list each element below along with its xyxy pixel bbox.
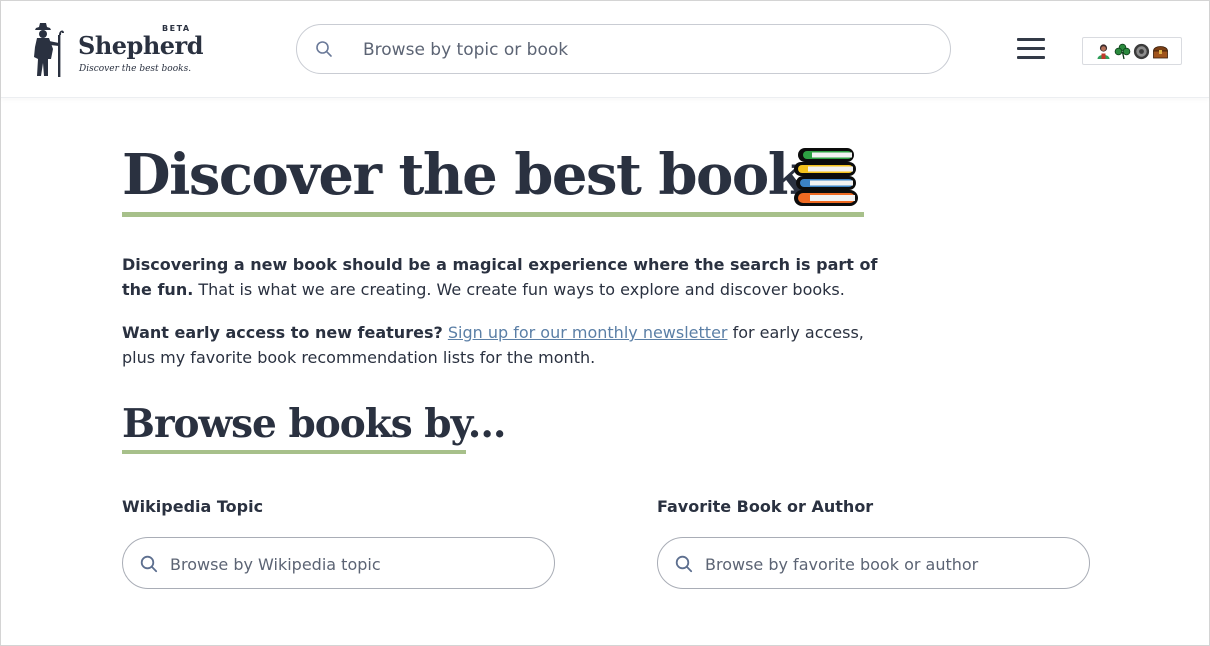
favorite-book-label: Favorite Book or Author	[657, 497, 874, 516]
browse-title-underline	[122, 450, 466, 454]
coin-icon	[1133, 43, 1150, 59]
title-underline	[122, 212, 864, 217]
newsletter-bold-text: Want early access to new features?	[122, 323, 443, 342]
treasure-chest-icon	[1153, 45, 1168, 58]
wikipedia-topic-label: Wikipedia Topic	[122, 497, 264, 516]
menu-line	[1017, 38, 1045, 41]
person-icon	[1097, 43, 1110, 59]
hero-heading: Discover the best books	[122, 140, 864, 218]
page-title: Discover the best books	[122, 142, 837, 208]
header-search-input[interactable]	[363, 37, 923, 63]
menu-line	[1017, 47, 1045, 50]
newsletter-signup-link[interactable]: Sign up for our monthly newsletter	[448, 323, 728, 342]
browse-heading: Browse books by...	[122, 398, 506, 456]
browse-title: Browse books by...	[122, 401, 506, 447]
wikipedia-topic-search[interactable]	[122, 537, 555, 589]
menu-line	[1017, 56, 1045, 59]
logo-tagline: Discover the best books.	[79, 64, 192, 74]
site-logo[interactable]: BETA Shepherd Discover the best books.	[31, 21, 203, 77]
books-stack-icon	[794, 148, 858, 206]
hamburger-menu-icon[interactable]	[1017, 37, 1045, 61]
site-header: BETA Shepherd Discover the best books.	[1, 1, 1209, 98]
search-icon	[140, 555, 158, 573]
intro-paragraph: Discovering a new book should be a magic…	[122, 252, 882, 302]
favorite-book-search[interactable]	[657, 537, 1090, 589]
newsletter-paragraph: Want early access to new features? Sign …	[122, 320, 902, 370]
wikipedia-topic-input[interactable]	[170, 551, 540, 577]
emoji-badge-button[interactable]	[1082, 37, 1182, 65]
search-icon	[675, 555, 693, 573]
search-icon	[316, 41, 332, 57]
shepherd-figure-icon	[34, 23, 64, 77]
shamrock-icon	[1114, 43, 1131, 59]
header-search-bar[interactable]	[296, 24, 951, 74]
intro-text: That is what we are creating. We create …	[193, 280, 845, 299]
favorite-book-input[interactable]	[705, 551, 1075, 577]
logo-name: Shepherd	[78, 31, 203, 60]
